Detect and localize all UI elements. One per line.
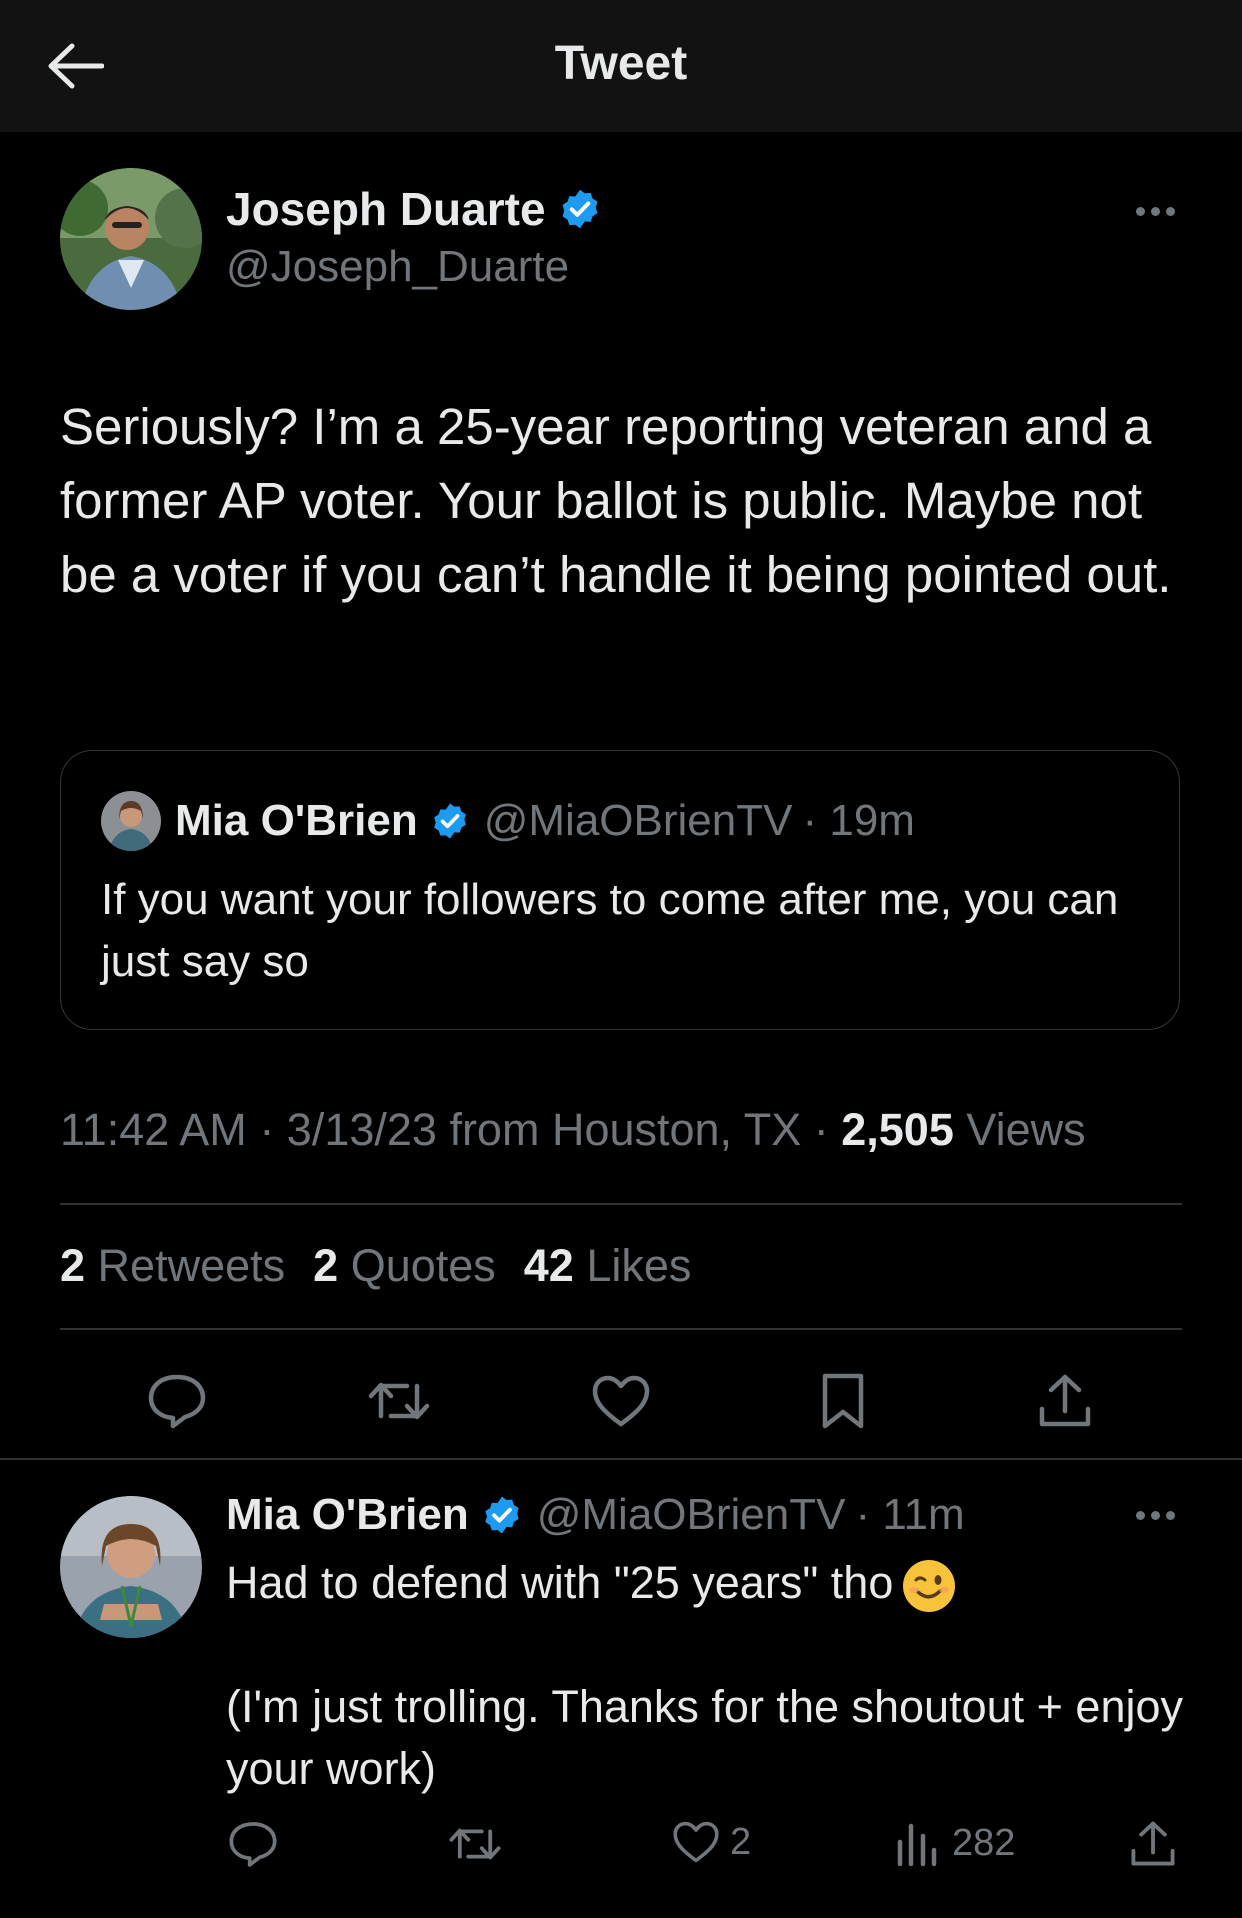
retweets-stat[interactable]: 2 Retweets — [60, 1240, 285, 1292]
share-icon — [1131, 1821, 1175, 1866]
author-name-row[interactable]: Joseph Duarte — [226, 182, 602, 236]
views-count: 2,505 — [841, 1104, 954, 1155]
reply-share-button[interactable] — [1130, 1820, 1176, 1868]
reply-view-count: 282 — [952, 1821, 1016, 1864]
more-icon — [1135, 206, 1145, 216]
reply-author-name[interactable]: Mia O'Brien — [226, 1490, 469, 1540]
reply-icon — [148, 1374, 206, 1429]
tweet-action-bar — [0, 1366, 1242, 1436]
tweet-meta: 11:42 AM · 3/13/23 from Houston, TX · 2,… — [60, 1104, 1086, 1156]
quoted-tweet-text: If you want your followers to come after… — [101, 875, 1119, 986]
reply-more-button[interactable] — [1125, 1500, 1185, 1530]
quotes-stat[interactable]: 2 Quotes — [313, 1240, 496, 1292]
quoted-tweet-time: · 19m — [802, 796, 915, 845]
more-icon — [1135, 1510, 1145, 1520]
reply-author-handle[interactable]: @MiaOBrienTV — [537, 1490, 846, 1540]
reply-action-bar: 2 282 — [0, 1820, 1242, 1880]
more-button[interactable] — [1125, 196, 1185, 226]
reply-button[interactable] — [142, 1366, 212, 1436]
reply-author-avatar[interactable] — [60, 1496, 202, 1638]
quoted-author-handle: @MiaOBrienTV — [483, 796, 793, 845]
retweet-button[interactable] — [364, 1366, 434, 1436]
verified-icon — [485, 1496, 519, 1534]
bookmark-icon — [822, 1373, 864, 1429]
views-icon — [897, 1823, 937, 1866]
tweet-time: 11:42 AM — [60, 1104, 247, 1155]
engagement-stats: 2 Retweets 2 Quotes 42 Likes — [60, 1240, 691, 1292]
verified-icon — [433, 803, 466, 839]
reply-views-button[interactable]: 282 — [896, 1820, 1015, 1866]
divider — [60, 1203, 1182, 1205]
top-bar: Tweet — [0, 0, 1242, 132]
tweet-text: Seriously? I’m a 25-year reporting veter… — [60, 398, 1172, 603]
author-avatar[interactable] — [60, 168, 202, 310]
share-button[interactable] — [1030, 1366, 1100, 1436]
quoted-tweet-header: Mia O'Brien @MiaOBrienTV · 19m — [101, 791, 915, 851]
reply-retweet-button[interactable] — [448, 1822, 502, 1866]
quoted-author-avatar — [101, 791, 161, 851]
like-icon — [592, 1375, 650, 1427]
divider — [0, 1458, 1242, 1460]
views-label: Views — [966, 1104, 1086, 1155]
share-icon — [1039, 1374, 1091, 1427]
reply-time: · 11m — [855, 1490, 965, 1539]
verified-icon — [562, 189, 597, 229]
author-name[interactable]: Joseph Duarte — [226, 182, 546, 236]
retweet-icon — [449, 1828, 501, 1860]
like-icon — [673, 1821, 719, 1863]
reply-icon — [229, 1822, 277, 1867]
tweet-date-location: · 3/13/23 from Houston, TX · — [259, 1104, 829, 1155]
wink-emoji — [903, 1560, 956, 1613]
reply-reply-button[interactable] — [228, 1820, 278, 1868]
retweet-icon — [368, 1382, 430, 1420]
reply-line-2: (I'm just trolling. Thanks for the shout… — [226, 1681, 1183, 1795]
divider — [60, 1328, 1182, 1330]
quoted-tweet[interactable]: Mia O'Brien @MiaOBrienTV · 19m If you wa… — [60, 750, 1180, 1030]
like-button[interactable] — [586, 1366, 656, 1436]
author-handle[interactable]: @Joseph_Duarte — [226, 242, 569, 292]
bookmark-button[interactable] — [808, 1366, 878, 1436]
reply-like-button[interactable]: 2 — [672, 1820, 751, 1864]
reply-header: Mia O'Brien @MiaOBrienTV · 11m — [226, 1490, 965, 1540]
reply-like-count: 2 — [730, 1820, 752, 1863]
likes-stat[interactable]: 42 Likes — [524, 1240, 692, 1292]
page-title: Tweet — [554, 37, 688, 90]
reply-line-1: Had to defend with "25 years" tho — [226, 1557, 894, 1608]
reply-text: Had to defend with "25 years" tho (I'm j… — [226, 1552, 1196, 1800]
quoted-author-name: Mia O'Brien — [175, 796, 418, 845]
